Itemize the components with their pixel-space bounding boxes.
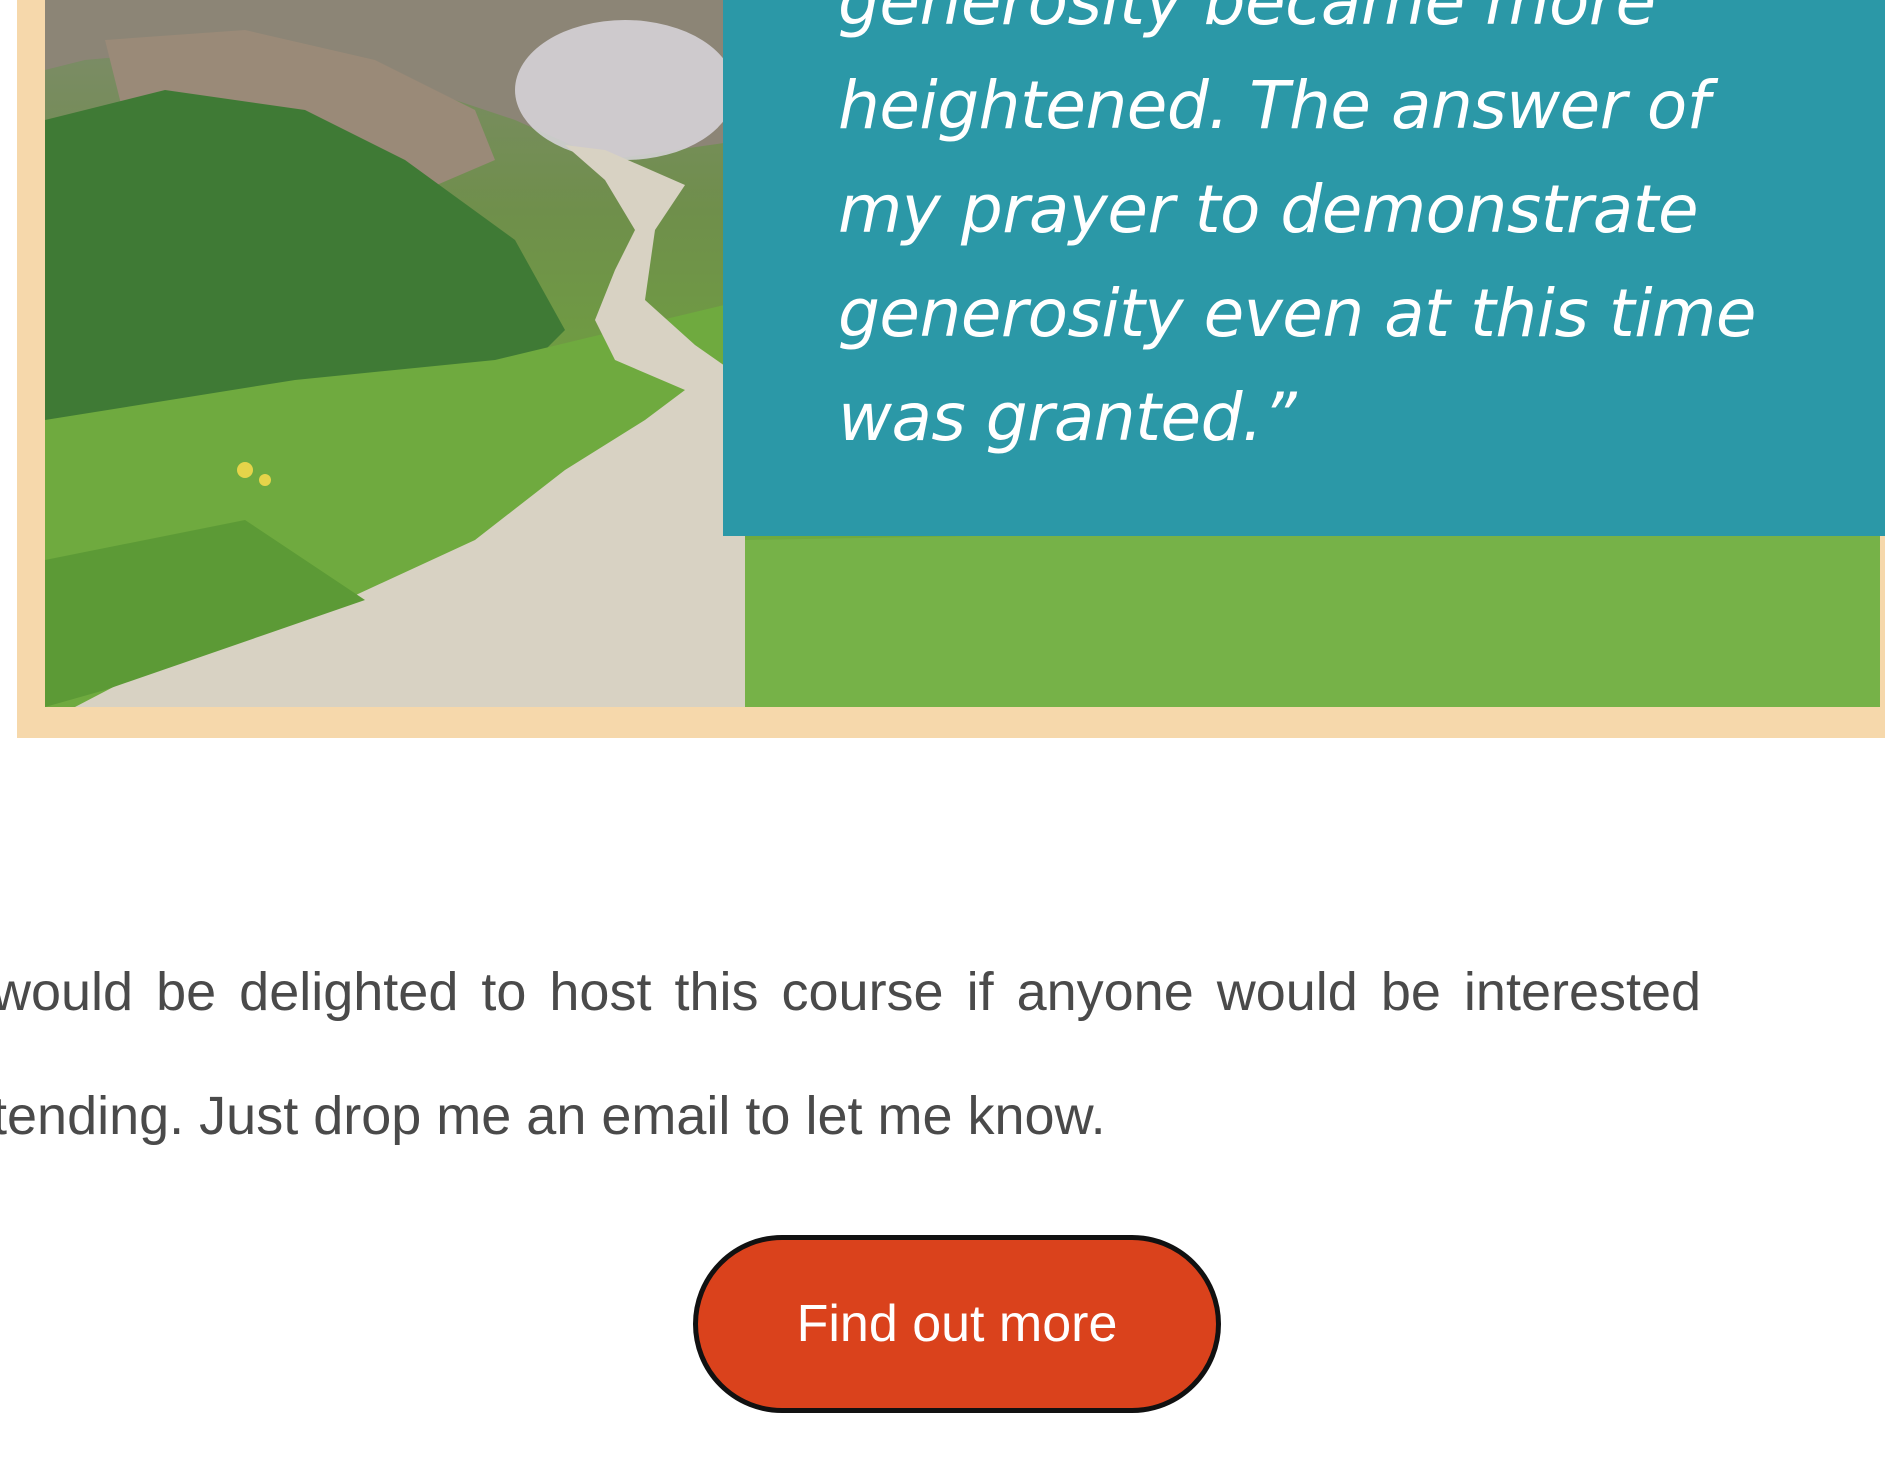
quote-line: my prayer to demonstrate [838,171,1699,248]
course-invitation-paragraph: would be delighted to host this course i… [0,930,1885,1178]
testimonial-quote: generosity became more heightened. The a… [838,0,1838,470]
quote-line: was granted.” [838,379,1297,456]
quote-line: generosity became more [838,0,1656,40]
quote-line: generosity even at this time [838,275,1757,352]
paragraph-line: would be delighted to host this course i… [0,962,1702,1022]
paragraph-line: tending. Just drop me an email to let me… [0,1086,1106,1146]
find-out-more-label: Find out more [796,1295,1118,1353]
find-out-more-button[interactable]: Find out more [693,1235,1221,1413]
quote-line: heightened. The answer of [838,67,1710,144]
